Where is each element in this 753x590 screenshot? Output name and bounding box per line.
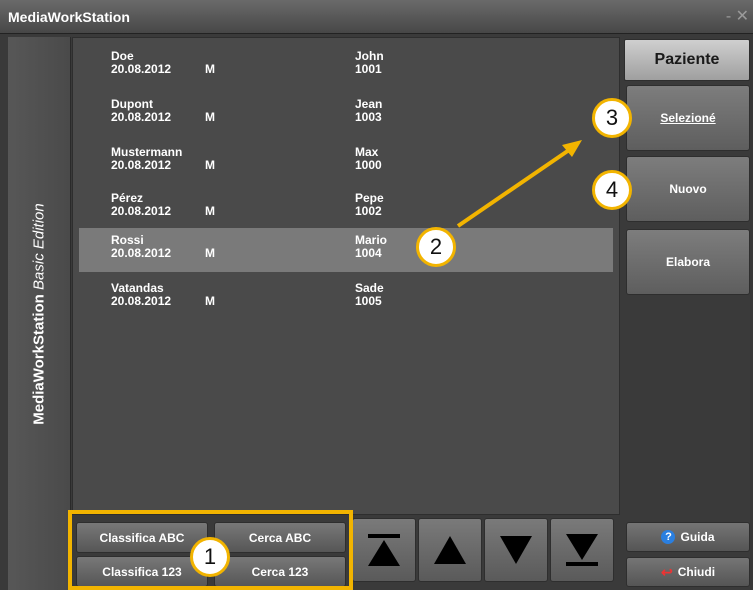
callout-1: 1 [190,537,230,577]
callout-2: 2 [416,227,456,267]
annotation-arrow [456,140,582,228]
callout-3: 3 [592,98,632,138]
callout-4: 4 [592,170,632,210]
